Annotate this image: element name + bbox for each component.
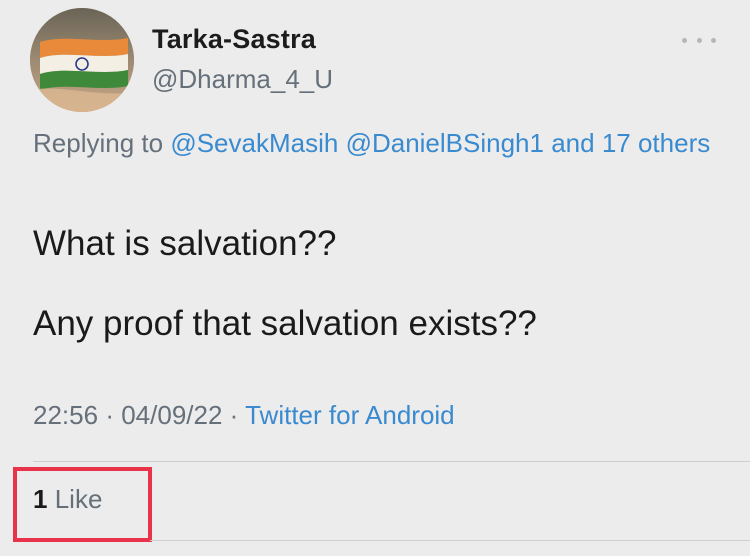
like-label: Like bbox=[54, 484, 103, 514]
more-dot bbox=[682, 37, 687, 43]
reply-and-connector[interactable]: and bbox=[551, 128, 594, 158]
more-horizontal-icon[interactable] bbox=[682, 30, 716, 50]
flag-avatar-image bbox=[30, 8, 134, 112]
more-dot bbox=[711, 37, 716, 43]
mention-link[interactable]: @DanielBSingh1 bbox=[346, 128, 544, 158]
likes-count-button[interactable]: 1 Like bbox=[33, 484, 102, 515]
tweet-text-line: Any proof that salvation exists?? bbox=[33, 304, 537, 343]
tweet-meta: 22:56 · 04/09/22 · Twitter for Android bbox=[33, 400, 455, 431]
display-name[interactable]: Tarka-Sastra bbox=[152, 24, 316, 55]
avatar[interactable] bbox=[30, 8, 134, 112]
tweet-date: 04/09/22 bbox=[121, 400, 223, 430]
replying-to-label: Replying to bbox=[33, 128, 164, 158]
divider bbox=[150, 540, 750, 541]
others-link[interactable]: 17 others bbox=[602, 128, 710, 158]
like-count: 1 bbox=[33, 484, 48, 514]
meta-separator: · bbox=[229, 400, 239, 430]
tweet-text-line: What is salvation?? bbox=[33, 224, 337, 263]
replying-to-line: Replying to @SevakMasih @DanielBSingh1 a… bbox=[33, 122, 723, 164]
tweet-time: 22:56 bbox=[33, 400, 99, 430]
user-handle[interactable]: @Dharma_4_U bbox=[152, 64, 333, 95]
meta-separator: · bbox=[105, 400, 114, 430]
more-dot bbox=[696, 37, 702, 43]
mention-link[interactable]: @SevakMasih bbox=[170, 128, 338, 158]
divider bbox=[33, 461, 750, 462]
tweet-source-link[interactable]: Twitter for Android bbox=[245, 400, 455, 430]
tweet-detail: Tarka-Sastra @Dharma_4_U Replying to @Se… bbox=[0, 0, 750, 556]
